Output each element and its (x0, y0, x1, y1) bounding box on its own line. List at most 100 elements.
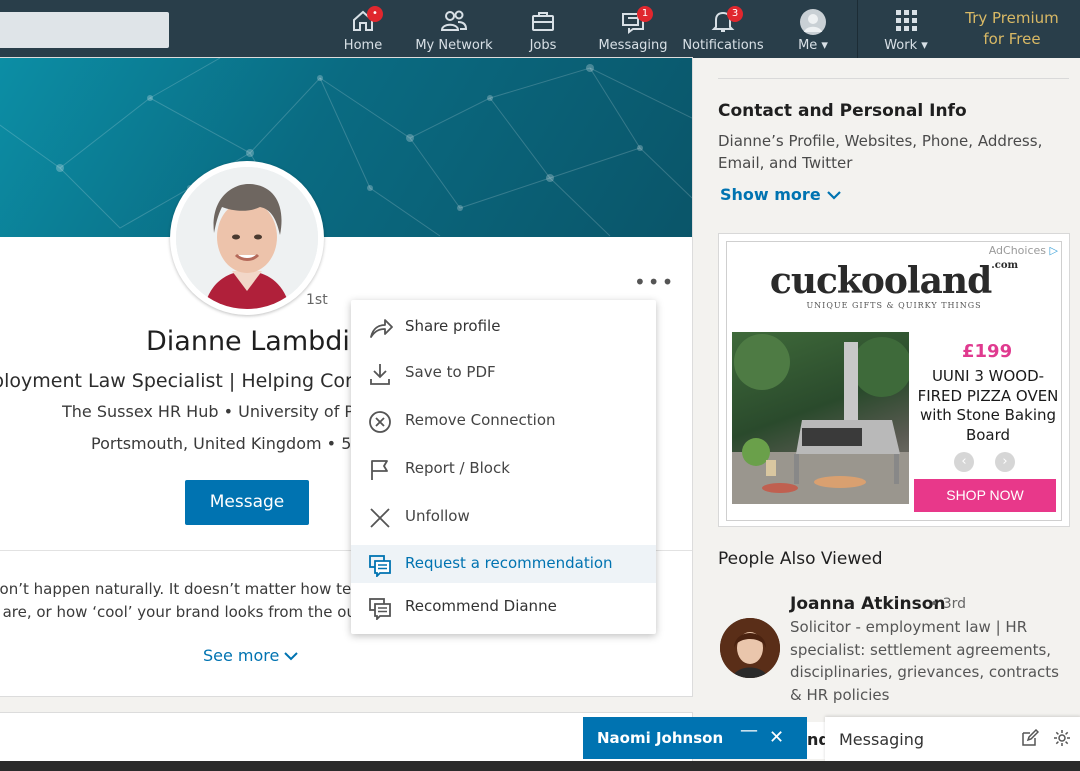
top-navigation: • Home My Network Jobs 1 Messaging 3 Not… (0, 0, 1080, 58)
flag-icon (368, 458, 392, 482)
nav-notifications-label: Notifications (682, 38, 764, 53)
share-icon (368, 316, 393, 340)
download-icon (368, 362, 392, 386)
chevron-down-icon (284, 646, 299, 665)
more-actions-menu: Share profile Save to PDF Remove Connect… (351, 300, 656, 634)
minimize-icon[interactable]: — (740, 720, 758, 741)
profile-company: The Sussex HR Hub • University of Po (62, 402, 352, 421)
profile-headline: nployment Law Specialist | Helping Com (0, 370, 352, 392)
menu-save-to-pdf[interactable]: Save to PDF (351, 354, 656, 392)
ad-product-photo (732, 332, 909, 504)
chevron-down-icon (826, 185, 842, 204)
bell-icon: 3 (682, 6, 764, 36)
menu-remove-connection[interactable]: Remove Connection (351, 402, 656, 440)
profile-summary: don’t happen naturally. It doesn’t matte… (0, 578, 352, 624)
people-also-viewed-title: People Also Viewed (718, 549, 883, 569)
rail-divider (718, 78, 1069, 79)
chat-contact-name: Naomi Johnson (597, 729, 724, 747)
suggested-person-degree: • 3rd (930, 596, 967, 612)
nav-work-label: Work ▾ (884, 38, 928, 53)
messaging-icon: 1 (597, 6, 669, 36)
messaging-bar-label: Messaging (839, 730, 925, 749)
menu-unfollow[interactable]: Unfollow (351, 498, 656, 536)
menu-request-recommendation[interactable]: Request a recommendation (351, 545, 656, 583)
search-input[interactable] (0, 12, 169, 48)
ad-product-name: UUNI 3 WOOD-FIRED PIZZA OVEN with Stone … (917, 367, 1059, 444)
nav-divider (857, 0, 858, 58)
ad-brand-logo: cuckooland.com (727, 260, 1061, 302)
nav-messaging[interactable]: 1 Messaging (597, 6, 669, 56)
suggested-person-name[interactable]: Joanna Atkinson (790, 594, 946, 614)
profile-banner (0, 58, 692, 237)
connection-degree: 1st (306, 292, 328, 308)
briefcase-icon (520, 8, 566, 36)
remove-circle-icon (368, 410, 392, 434)
adchoices-label: AdChoices (988, 244, 1047, 257)
recommendation-icon (368, 553, 392, 579)
contact-info-title: Contact and Personal Info (718, 101, 967, 121)
suggested-person-headline: Solicitor - employment law | HR speciali… (790, 618, 1059, 704)
profile-name: Dianne Lambdin (146, 326, 368, 357)
see-more-label: See more (203, 646, 280, 665)
bottom-edge (0, 761, 1080, 771)
nav-jobs-label: Jobs (529, 38, 557, 53)
summary-line: don’t happen naturally. It doesn’t matte… (0, 580, 352, 598)
menu-item-label: Save to PDF (405, 363, 496, 381)
chat-peek-name: ndi (807, 722, 827, 759)
show-more-link[interactable]: Show more (720, 185, 842, 204)
more-actions-button[interactable]: ••• (634, 272, 675, 292)
nav-messaging-label: Messaging (598, 38, 668, 53)
messaging-badge: 1 (637, 6, 653, 22)
nav-jobs[interactable]: Jobs (520, 8, 566, 56)
nav-me-label: Me ▾ (798, 38, 828, 53)
nav-work[interactable]: Work ▾ (880, 8, 932, 56)
nav-home-label: Home (343, 38, 383, 53)
grid-icon (880, 8, 932, 36)
menu-item-label: Unfollow (405, 507, 470, 525)
nav-my-network-label: My Network (415, 38, 493, 53)
nav-home[interactable]: • Home (340, 6, 386, 56)
summary-line: s are, or how ‘cool’ your brand looks fr… (0, 603, 352, 621)
avatar[interactable] (720, 618, 780, 678)
ad-banner[interactable]: AdChoices ▷ cuckooland.com UNIQUE GIFTS … (726, 241, 1062, 521)
network-icon (414, 8, 494, 36)
home-icon: • (340, 6, 386, 36)
avatar-icon (792, 8, 834, 36)
contact-info-desc: Dianne’s Profile, Websites, Phone, Addre… (718, 132, 1043, 172)
menu-item-label: Report / Block (405, 459, 510, 477)
try-premium-link[interactable]: Try Premium for Free (956, 8, 1068, 50)
nav-notifications[interactable]: 3 Notifications (682, 6, 764, 56)
show-more-label: Show more (720, 185, 821, 204)
adchoices-link[interactable]: AdChoices ▷ (989, 244, 1058, 257)
notifications-badge: 3 (727, 6, 743, 22)
home-badge: • (367, 6, 383, 22)
menu-share-profile[interactable]: Share profile (351, 308, 656, 346)
adchoices-icon: ▷ (1049, 244, 1058, 257)
menu-recommend[interactable]: Recommend Dianne (351, 588, 656, 626)
nav-my-network[interactable]: My Network (414, 8, 494, 56)
ad-brand-name: cuckooland (769, 260, 992, 302)
shop-now-button[interactable]: SHOP NOW (914, 479, 1056, 512)
menu-item-label: Recommend Dianne (405, 597, 557, 615)
ad-price: £199 (962, 341, 1013, 362)
advertisement[interactable]: AdChoices ▷ cuckooland.com UNIQUE GIFTS … (718, 233, 1070, 527)
ad-next-arrow-icon[interactable]: › (995, 452, 1015, 472)
chat-window-tab[interactable]: Naomi Johnson — ✕ (583, 717, 807, 759)
messaging-bar[interactable]: Messaging (825, 717, 1080, 761)
close-icon[interactable]: ✕ (769, 727, 784, 748)
x-icon (368, 506, 392, 530)
profile-location: Portsmouth, United Kingdom • 5 (91, 434, 352, 453)
ad-prev-arrow-icon[interactable]: ‹ (954, 452, 974, 472)
ad-tagline: UNIQUE GIFTS & QUIRKY THINGS (806, 301, 982, 310)
gear-icon[interactable] (1053, 729, 1071, 747)
ad-brand-suffix: .com (991, 260, 1019, 271)
see-more-link[interactable]: See more (203, 646, 299, 665)
message-button[interactable]: Message (185, 480, 309, 525)
menu-item-label: Share profile (405, 317, 501, 335)
menu-item-label: Request a recommendation (405, 554, 613, 572)
menu-report-block[interactable]: Report / Block (351, 450, 656, 488)
nav-me[interactable]: Me ▾ (792, 8, 834, 56)
compose-icon[interactable] (1021, 728, 1040, 747)
recommendation-icon (368, 596, 392, 622)
profile-photo[interactable] (170, 161, 324, 315)
